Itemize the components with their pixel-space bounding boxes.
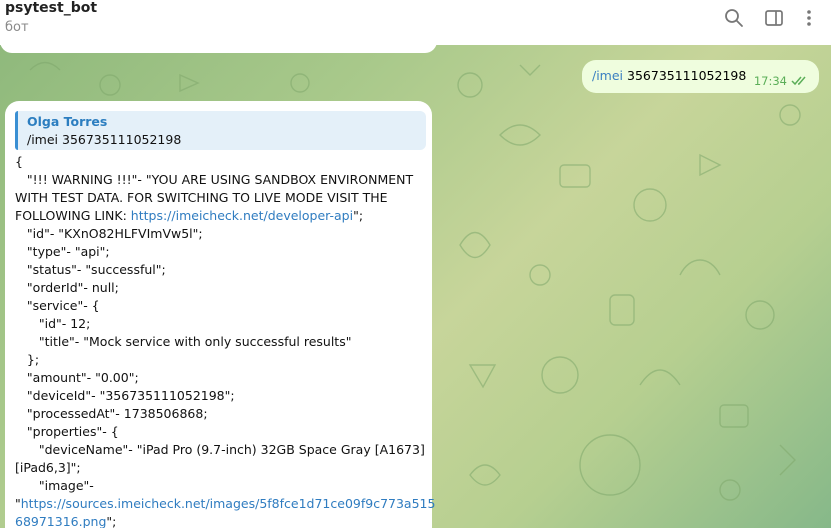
message-line-text: {	[15, 154, 23, 169]
message-line-text: "amount"- "0.00";	[15, 370, 139, 385]
message-line: FOLLOWING LINK: https://imeicheck.net/de…	[15, 207, 425, 225]
message-line: "processedAt"- 1738506868;	[15, 405, 425, 423]
message-line: "type"- "api";	[15, 243, 425, 261]
search-button[interactable]	[723, 7, 745, 29]
double-check-icon	[791, 76, 806, 86]
message-line: "orderId"- null;	[15, 279, 425, 297]
message-line-text: "title"- "Mock service with only success…	[15, 334, 352, 349]
message-line: "properties"- {	[15, 423, 425, 441]
message-line-text: "id"- "KXnO82HLFVImVw5l";	[15, 226, 203, 241]
message-line: "deviceId"- "356735111052198";	[15, 387, 425, 405]
incoming-message[interactable]: Olga Torres /imei 356735111052198 { "!!!…	[5, 101, 435, 528]
previous-message-bubble	[0, 45, 437, 53]
search-icon	[725, 9, 743, 27]
message-line: "image"-	[15, 477, 425, 495]
message-line: "title"- "Mock service with only success…	[15, 333, 425, 351]
chat-area[interactable]: /imei 356735111052198 17:34 Olga Torres …	[0, 45, 831, 528]
message-line-text: "service"- {	[15, 298, 100, 313]
message-line-text: "image"-	[15, 478, 94, 493]
message-line: };	[15, 351, 425, 369]
more-menu-button[interactable]	[798, 7, 820, 29]
message-line-text: "!!! WARNING !!!"- "YOU ARE USING SANDBO…	[15, 172, 414, 187]
message-line: {	[15, 153, 425, 171]
message-line: "id"- "KXnO82HLFVImVw5l";	[15, 225, 425, 243]
message-line-text: "status"- "successful";	[15, 262, 166, 277]
message-line: "deviceName"- "iPad Pro (9.7-inch) 32GB …	[15, 441, 425, 459]
message-link[interactable]: 68971316.png	[15, 514, 106, 528]
message-line-text: "properties"- {	[15, 424, 119, 439]
message-line-text: "orderId"- null;	[15, 280, 119, 295]
message-line: [iPad6,3]";	[15, 459, 425, 477]
message-line-text: [iPad6,3]";	[15, 460, 81, 475]
outgoing-message-text: /imei 356735111052198	[592, 68, 746, 83]
message-line: "service"- {	[15, 297, 425, 315]
message-body: { "!!! WARNING !!!"- "YOU ARE USING SAND…	[15, 153, 435, 528]
message-line: "amount"- "0.00";	[15, 369, 425, 387]
reply-text: /imei 356735111052198	[27, 132, 182, 147]
message-link[interactable]: https://imeicheck.net/developer-api	[131, 208, 353, 223]
message-line: "https://sources.imeicheck.net/images/5f…	[15, 495, 435, 513]
message-line-text: "id"- 12;	[15, 316, 91, 331]
message-time: 17:34	[753, 74, 787, 88]
message-line-text: "deviceName"- "iPad Pro (9.7-inch) 32GB …	[15, 442, 425, 457]
message-line: "!!! WARNING !!!"- "YOU ARE USING SANDBO…	[15, 171, 425, 189]
message-line-suffix: ";	[106, 514, 117, 528]
message-line-text: FOLLOWING LINK:	[15, 208, 131, 223]
message-line-text: "type"- "api";	[15, 244, 110, 259]
reply-author: Olga Torres	[27, 114, 108, 129]
chat-title[interactable]: psytest_bot	[5, 0, 97, 17]
reply-preview[interactable]: Olga Torres /imei 356735111052198	[15, 111, 426, 150]
message-meta: 17:34	[754, 74, 809, 88]
message-link[interactable]: https://sources.imeicheck.net/images/5f8…	[21, 496, 436, 511]
outgoing-message[interactable]: /imei 356735111052198 17:34	[582, 60, 819, 93]
message-line-text: WITH TEST DATA. FOR SWITCHING TO LIVE MO…	[15, 190, 388, 205]
telegram-window: psytest_bot бот /imei 356735111052198 17…	[0, 0, 831, 528]
message-line: 68971316.png";	[15, 513, 425, 528]
message-line-text: "processedAt"- 1738506868;	[15, 406, 208, 421]
toggle-sidebar-button[interactable]	[763, 7, 785, 29]
message-line: "status"- "successful";	[15, 261, 425, 279]
message-line: "id"- 12;	[15, 315, 425, 333]
message-line-text: "deviceId"- "356735111052198";	[15, 388, 235, 403]
chat-header: psytest_bot бот	[0, 0, 831, 45]
sidebar-toggle-icon	[765, 10, 783, 26]
chat-subtitle: бот	[5, 20, 29, 35]
message-line-text: };	[15, 352, 40, 367]
bot-command-link[interactable]: /imei	[592, 68, 623, 83]
message-line: WITH TEST DATA. FOR SWITCHING TO LIVE MO…	[15, 189, 425, 207]
message-line-suffix: ";	[353, 208, 364, 223]
command-argument: 356735111052198	[627, 68, 747, 83]
more-vertical-icon	[807, 10, 811, 26]
